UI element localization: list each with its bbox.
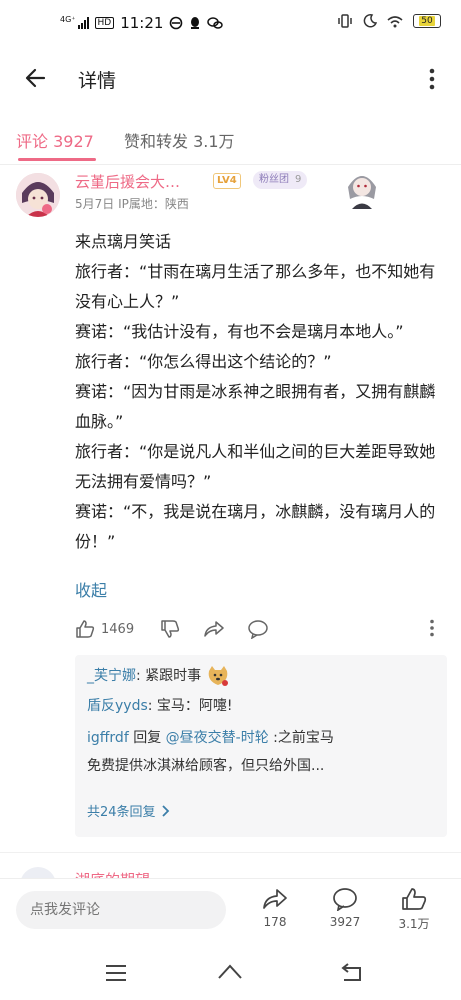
back-nav-icon[interactable] bbox=[338, 960, 366, 986]
sync-icon bbox=[170, 16, 183, 30]
fan-badge-level: 9 bbox=[295, 174, 302, 185]
comment-line: 来点璃月笑话 bbox=[75, 232, 172, 251]
tab-likes-reposts[interactable]: 赞和转发 3.1万 bbox=[124, 128, 235, 152]
battery-icon: 50 bbox=[413, 14, 441, 28]
comment-input[interactable] bbox=[16, 891, 226, 929]
share-icon bbox=[263, 889, 287, 909]
home-icon[interactable] bbox=[216, 960, 244, 986]
moon-icon bbox=[363, 14, 377, 28]
comment-count: 3927 bbox=[329, 915, 361, 929]
share-button[interactable]: 178 bbox=[251, 887, 299, 929]
comment-content: 来点璃月笑话 旅行者：“甘雨在璃月生活了那么多年，也不知她有没有心上人？” 赛诺… bbox=[75, 227, 447, 557]
user-name[interactable]: 云堇后援会大… bbox=[75, 171, 180, 192]
reply-panel: _芙宁娜: 紧跟时事 盾反yyds: 宝马：阿嚏! igffrdf 回复 @昼夜… bbox=[75, 655, 447, 837]
more-vertical-icon[interactable] bbox=[429, 68, 435, 90]
tab-comments[interactable]: 评论 3927 bbox=[16, 128, 94, 152]
reply-item-continued: 免费提供冰淇淋给顾客，但只给外国... bbox=[87, 753, 324, 779]
reply-item[interactable]: 盾反yyds: 宝马：阿嚏! bbox=[87, 693, 233, 719]
thumbs-up-icon bbox=[76, 620, 95, 638]
like-count: 3.1万 bbox=[398, 917, 430, 931]
thumbs-up-icon bbox=[402, 888, 427, 910]
more-vertical-icon bbox=[430, 619, 434, 637]
comment-line: 赛诺：“因为甘雨是冰系神之眼拥有者，又拥有麒麟血脉。” bbox=[75, 382, 436, 431]
comment-line: 旅行者：“甘雨在璃月生活了那么多年，也不知她有没有心上人？” bbox=[75, 262, 436, 311]
reply-text: 免费提供冰淇淋给顾客，但只给外国... bbox=[87, 758, 325, 774]
doge-emoji-icon bbox=[208, 666, 228, 686]
reply-user[interactable]: igffrdf bbox=[87, 730, 129, 746]
comment-more-button[interactable] bbox=[429, 619, 435, 637]
fan-badge[interactable]: 粉丝团 9 bbox=[253, 171, 308, 189]
decoration-avatar-icon bbox=[342, 165, 382, 209]
share-button[interactable] bbox=[203, 619, 225, 639]
share-icon bbox=[204, 621, 224, 637]
system-nav-bar bbox=[0, 946, 461, 1000]
reply-target[interactable]: @昼夜交替-时轮 bbox=[166, 730, 269, 746]
comment-button[interactable]: 3927 bbox=[321, 887, 369, 929]
like-count: 1469 bbox=[101, 621, 135, 637]
reply-user[interactable]: _芙宁娜 bbox=[87, 668, 136, 684]
tab-bar: 评论 3927 赞和转发 3.1万 bbox=[0, 118, 461, 165]
comment-line: 赛诺：“我估计没有，有也不会是璃月本地人。” bbox=[75, 322, 404, 341]
view-all-replies-link[interactable]: 共24条回复 bbox=[87, 801, 170, 820]
comment-bubble-icon bbox=[248, 620, 268, 639]
wechat-icon bbox=[207, 17, 224, 29]
battery-level: 50 bbox=[419, 16, 435, 26]
hd-badge: HD bbox=[94, 17, 115, 29]
app-bar: 详情 bbox=[0, 48, 461, 108]
qq-icon bbox=[191, 17, 200, 29]
share-count: 178 bbox=[263, 915, 287, 929]
reply-text: : 宝马：阿嚏! bbox=[147, 698, 233, 714]
fan-badge-label: 粉丝团 bbox=[259, 174, 289, 185]
comment-bar: 178 3927 3.1万 bbox=[0, 878, 461, 947]
reply-item[interactable]: igffrdf 回复 @昼夜交替-时轮 :之前宝马 bbox=[87, 725, 334, 751]
network-type: 4G⁺ bbox=[60, 14, 76, 24]
level-badge: LV4 bbox=[213, 173, 241, 189]
comment-line: 赛诺：“不，我是说在璃月，冰麒麟，没有璃月人的份！” bbox=[75, 502, 436, 551]
replies-more-label: 共24条回复 bbox=[87, 805, 156, 820]
reply-mid: 回复 bbox=[128, 730, 166, 746]
menu-icon[interactable] bbox=[102, 960, 130, 986]
reply-text: : 紧跟时事 bbox=[136, 668, 202, 684]
comment-bubble-icon bbox=[333, 888, 357, 911]
like-button[interactable]: 1469 bbox=[75, 619, 134, 639]
signal-icon: 4G⁺ bbox=[60, 14, 89, 29]
chevron-right-icon bbox=[161, 804, 169, 817]
status-bar: 4G⁺ HD 11:21 50 bbox=[0, 0, 461, 48]
status-time: 11:21 bbox=[120, 14, 164, 32]
reply-text: :之前宝马 bbox=[268, 730, 334, 746]
reply-button[interactable] bbox=[247, 619, 269, 639]
avatar[interactable] bbox=[16, 173, 60, 217]
page-title: 详情 bbox=[78, 70, 117, 92]
back-arrow-icon[interactable] bbox=[24, 66, 48, 90]
reply-item[interactable]: _芙宁娜: 紧跟时事 bbox=[87, 663, 230, 689]
wifi-icon bbox=[387, 15, 403, 27]
collapse-link[interactable]: 收起 bbox=[75, 577, 107, 601]
dislike-button[interactable] bbox=[160, 619, 180, 639]
comment-line: 旅行者：“你是说凡人和半仙之间的巨大差距导致她无法拥有爱情吗？” bbox=[75, 442, 436, 491]
comment-actions: 1469 bbox=[0, 617, 461, 647]
comment-meta: 5月7日 IP属地：陕西 bbox=[75, 197, 189, 211]
reply-user[interactable]: 盾反yyds bbox=[87, 698, 148, 714]
vibrate-icon bbox=[338, 14, 352, 28]
thumbs-down-icon bbox=[161, 620, 180, 638]
like-button[interactable]: 3.1万 bbox=[390, 887, 438, 932]
tab-indicator bbox=[18, 158, 96, 161]
comment-line: 旅行者：“你怎么得出这个结论的？” bbox=[75, 352, 332, 371]
